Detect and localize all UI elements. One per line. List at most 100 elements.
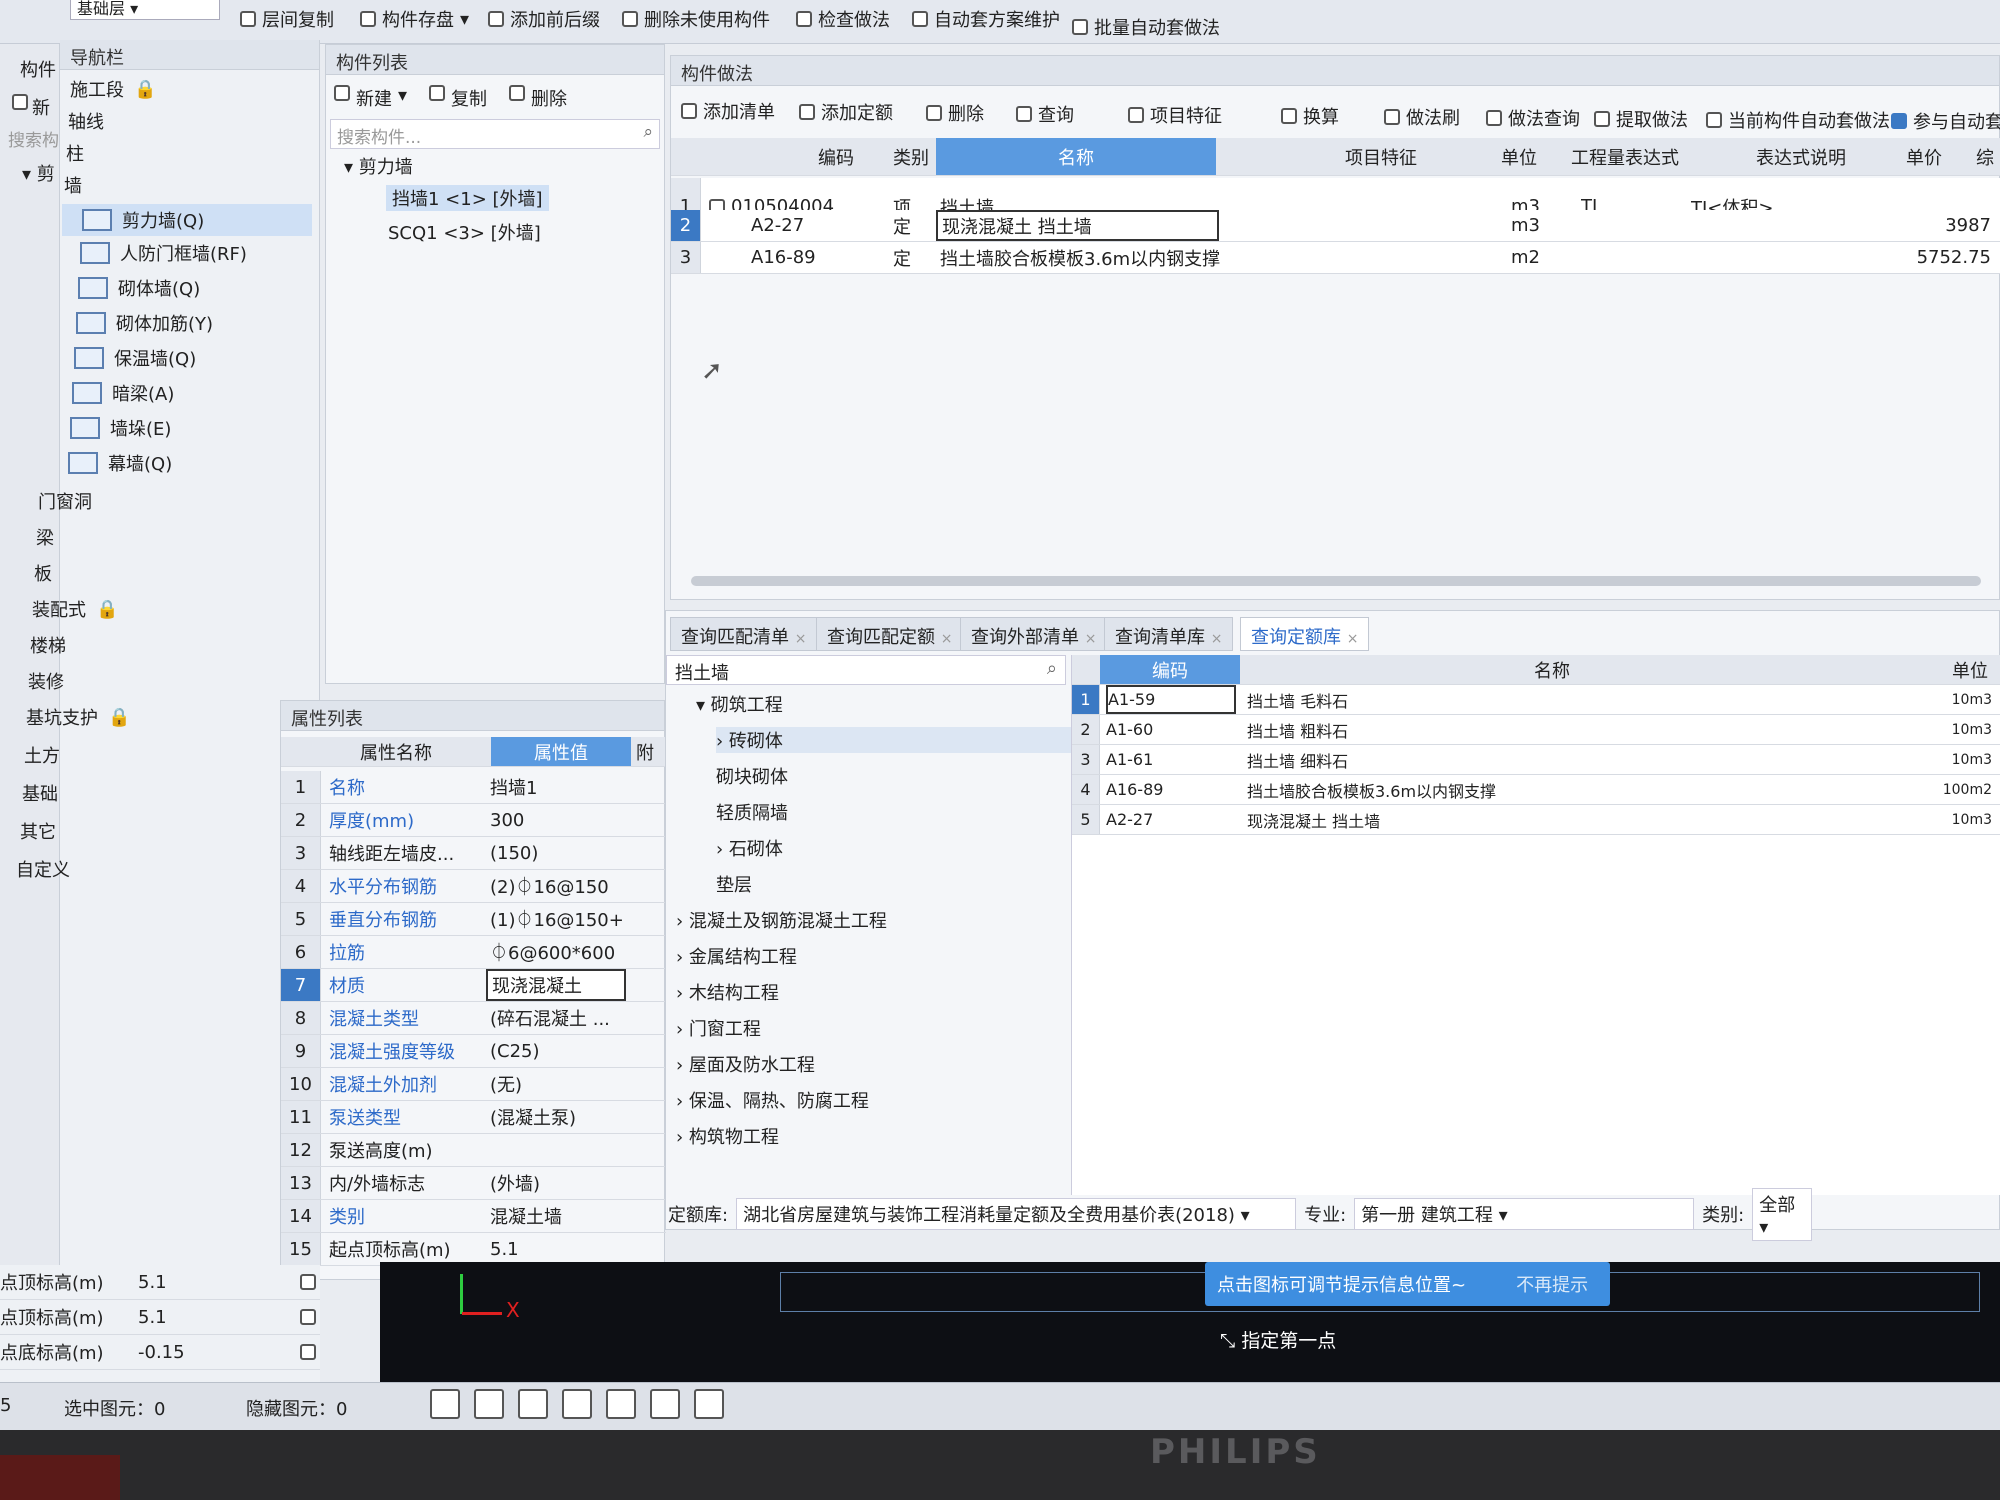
property-row[interactable]: 13 内/外墙标志 (外墙) bbox=[281, 1167, 666, 1200]
query-tree-item[interactable]: 砌块砌体 bbox=[716, 763, 788, 789]
nav-foundation[interactable]: 基础 bbox=[22, 780, 58, 806]
save-component-button[interactable]: 构件存盘 ▾ bbox=[360, 4, 469, 34]
property-row[interactable]: 1 名称 挡墙1 bbox=[281, 771, 666, 804]
nav-stairs[interactable]: 楼梯 bbox=[30, 632, 66, 658]
query-code[interactable]: A2-27 bbox=[1106, 805, 1236, 834]
batch-auto-button[interactable]: 批量自动套做法 bbox=[1072, 12, 1220, 42]
method-brush-button[interactable]: 做法刷 bbox=[1384, 102, 1460, 132]
join-auto-checkbox[interactable]: 参与自动套 bbox=[1891, 106, 2000, 136]
property-row[interactable]: 12 泵送高度(m) bbox=[281, 1134, 666, 1167]
nav-masonry-rebar[interactable]: 砌体加筋(Y) bbox=[76, 310, 213, 336]
query-tree-item[interactable]: › 木结构工程 bbox=[676, 979, 779, 1005]
query-code[interactable]: A1-59 bbox=[1106, 685, 1236, 714]
property-value[interactable]: ⏀6@600*600 bbox=[486, 936, 626, 968]
property-value[interactable] bbox=[486, 1134, 626, 1166]
query-row[interactable]: 3 A1-61 挡土墙 细料石 10m3 bbox=[1072, 745, 2000, 775]
method-name[interactable]: 现浇混凝土 挡土墙 bbox=[936, 210, 1219, 241]
property-value[interactable]: (C25) bbox=[486, 1035, 626, 1067]
query-tree-item[interactable]: › 屋面及防水工程 bbox=[676, 1051, 815, 1077]
nav-custom[interactable]: 自定义 bbox=[16, 856, 70, 882]
component-search-input[interactable]: 搜索构件... ⌕ bbox=[330, 119, 660, 149]
add-bill-button[interactable]: 添加清单 bbox=[681, 96, 775, 126]
delete-component-button[interactable]: 删除 bbox=[509, 85, 567, 111]
property-row[interactable]: 6 拉筋 ⏀6@600*600 bbox=[281, 936, 666, 969]
method-name[interactable]: 挡土墙胶合板模板3.6m以内钢支撑 bbox=[936, 242, 1336, 273]
property-value[interactable]: 混凝土墙 bbox=[486, 1200, 626, 1232]
query-tree-item[interactable]: › 砖砌体 bbox=[716, 727, 1076, 753]
method-expr[interactable] bbox=[1581, 242, 1701, 273]
property-row[interactable]: 7 材质 现浇混凝土 bbox=[281, 969, 666, 1002]
property-value[interactable]: 5.1 bbox=[486, 1233, 626, 1265]
item-feature-button[interactable]: 项目特征 bbox=[1128, 100, 1222, 130]
property-row[interactable]: 点顶标高(m) 5.1 bbox=[0, 1300, 320, 1335]
close-icon[interactable]: × bbox=[941, 631, 953, 647]
property-value[interactable]: 5.1 bbox=[138, 1265, 218, 1299]
left-tree-item[interactable]: ▾ 剪 bbox=[22, 160, 55, 186]
method-row[interactable]: 2 A2-27 定 现浇混凝土 挡土墙 m3 3987 bbox=[671, 210, 2000, 242]
query-name[interactable]: 挡土墙 毛料石 bbox=[1247, 685, 1847, 714]
query-name[interactable]: 挡土墙 粗料石 bbox=[1247, 715, 1847, 744]
query-row[interactable]: 1 A1-59 挡土墙 毛料石 10m3 bbox=[1072, 685, 2000, 715]
query-tree-item[interactable]: ▾ 砌筑工程 bbox=[696, 691, 783, 717]
auto-plan-button[interactable]: 自动套方案维护 bbox=[912, 4, 1060, 34]
checkbox[interactable] bbox=[300, 1344, 316, 1360]
query-name[interactable]: 挡土墙 细料石 bbox=[1247, 745, 1847, 774]
property-row[interactable]: 3 轴线距左墙皮... (150) bbox=[281, 837, 666, 870]
query-tree-item[interactable]: 垫层 bbox=[716, 871, 752, 897]
query-name[interactable]: 现浇混凝土 挡土墙 bbox=[1247, 805, 1847, 834]
property-value[interactable]: 挡墙1 bbox=[486, 771, 626, 803]
property-row[interactable]: 4 水平分布钢筋 (2)⏀16@150 bbox=[281, 870, 666, 903]
add-quota-button[interactable]: 添加定额 bbox=[799, 97, 893, 127]
property-value[interactable]: 300 bbox=[486, 804, 626, 836]
method-row[interactable]: 3 A16-89 定 挡土墙胶合板模板3.6m以内钢支撑 m2 5752.75 bbox=[671, 242, 2000, 274]
dynamic-input-icon[interactable] bbox=[650, 1389, 680, 1419]
query-tree-item[interactable]: › 金属结构工程 bbox=[676, 943, 797, 969]
snap-box-icon[interactable] bbox=[474, 1389, 504, 1419]
nav-masonry-wall[interactable]: 砌体墙(Q) bbox=[78, 275, 200, 301]
nav-decoration[interactable]: 装修 bbox=[28, 668, 64, 694]
arc-icon[interactable] bbox=[694, 1389, 724, 1419]
nav-wall[interactable]: 墙 bbox=[64, 172, 82, 198]
close-icon[interactable]: × bbox=[1347, 631, 1359, 647]
query-name[interactable]: 挡土墙胶合板模板3.6m以内钢支撑 bbox=[1247, 775, 1847, 804]
query-tab-0[interactable]: 查询匹配清单 × bbox=[670, 617, 818, 651]
nav-column[interactable]: 柱 bbox=[66, 140, 84, 166]
property-value[interactable]: -0.15 bbox=[138, 1335, 218, 1369]
orthogonal-icon[interactable] bbox=[430, 1389, 460, 1419]
checkbox[interactable] bbox=[300, 1274, 316, 1290]
close-icon[interactable]: × bbox=[795, 631, 807, 647]
close-icon[interactable]: × bbox=[1211, 631, 1223, 647]
nav-axis[interactable]: 轴线 bbox=[68, 108, 104, 134]
quota-select[interactable]: 湖北省房屋建筑与装饰工程消耗量定额及全费用基价表(2018) ▾ bbox=[736, 1198, 1297, 1230]
property-row[interactable]: 9 混凝土强度等级 (C25) bbox=[281, 1035, 666, 1068]
left-search[interactable]: 搜索构 bbox=[8, 126, 59, 151]
property-value[interactable]: (无) bbox=[486, 1068, 626, 1100]
floor-select[interactable]: 基础层 ▾ bbox=[70, 0, 220, 20]
close-icon[interactable]: × bbox=[1085, 631, 1097, 647]
property-value[interactable]: (150) bbox=[486, 837, 626, 869]
property-row[interactable]: 11 泵送类型 (混凝土泵) bbox=[281, 1101, 666, 1134]
nav-civil-defense-wall[interactable]: 人防门框墙(RF) bbox=[80, 240, 247, 266]
query-tab-2[interactable]: 查询外部清单 × bbox=[960, 617, 1108, 651]
extract-method-button[interactable]: 提取做法 bbox=[1594, 104, 1688, 134]
component-item-selected[interactable]: 挡墙1 <1> [外墙] bbox=[386, 185, 549, 211]
property-row[interactable]: 8 混凝土类型 (碎石混凝土 ... bbox=[281, 1002, 666, 1035]
query-tree-item[interactable]: › 混凝土及钢筋混凝土工程 bbox=[676, 907, 887, 933]
nav-beam[interactable]: 梁 bbox=[36, 524, 54, 550]
copy-between-floors-button[interactable]: 层间复制 bbox=[240, 4, 334, 34]
property-value[interactable]: (2)⏀16@150 bbox=[486, 870, 626, 902]
hint-tooltip[interactable]: 点击图标可调节提示信息位置~ 不再提示 bbox=[1205, 1262, 1610, 1306]
angle-icon[interactable] bbox=[562, 1389, 592, 1419]
nav-pit-support[interactable]: 基坑支护 🔒 bbox=[26, 704, 130, 730]
nav-door-window[interactable]: 门窗洞 bbox=[38, 488, 92, 514]
property-value[interactable]: (碎石混凝土 ... bbox=[486, 1002, 626, 1034]
property-row[interactable]: 5 垂直分布钢筋 (1)⏀16@150+ bbox=[281, 903, 666, 936]
query-code[interactable]: A1-60 bbox=[1106, 715, 1236, 744]
method-horizontal-scrollbar[interactable] bbox=[691, 576, 1981, 586]
query-tree-item[interactable]: › 门窗工程 bbox=[676, 1015, 761, 1041]
tree-group-shear-wall[interactable]: ▾ 剪力墙 bbox=[344, 153, 413, 179]
nav-earthwork[interactable]: 土方 bbox=[24, 742, 60, 768]
method-expr[interactable] bbox=[1581, 210, 1701, 241]
query-code[interactable]: A1-61 bbox=[1106, 745, 1236, 774]
property-row[interactable]: 14 类别 混凝土墙 bbox=[281, 1200, 666, 1233]
